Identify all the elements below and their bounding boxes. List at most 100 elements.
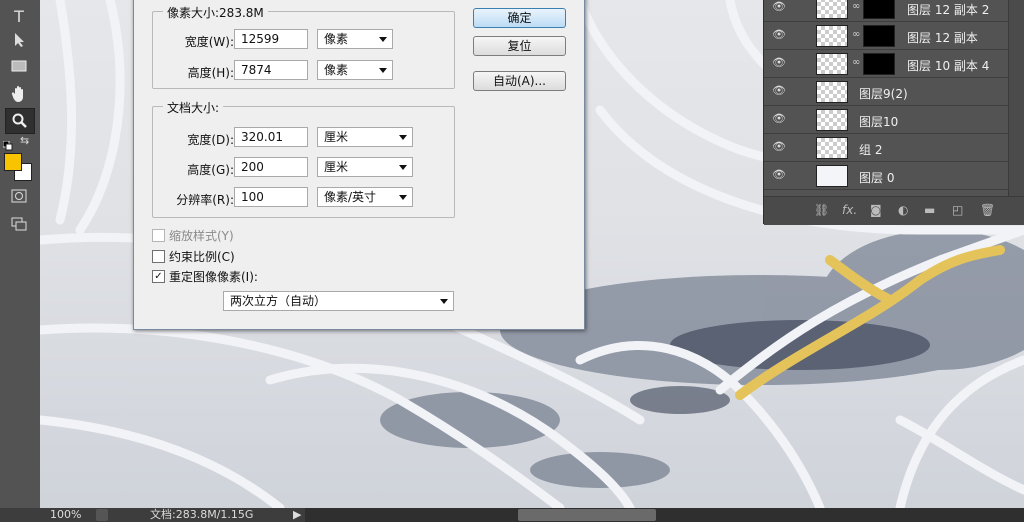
resolution-input[interactable]: 100 — [234, 187, 308, 207]
layer-name: 图层10 — [859, 115, 899, 129]
layer-name: 图层 10 副本 4 — [907, 59, 990, 73]
layer-row[interactable]: 👁 图层 0 — [764, 162, 1008, 190]
layer-name: 图层9(2) — [859, 87, 908, 101]
layer-thumbnail — [816, 109, 848, 131]
pixel-height-label: 高度(H): — [187, 66, 234, 80]
layer-name: 图层 12 副本 2 — [907, 3, 990, 17]
layers-panel: 👁 ∞ 图层 12 副本 2 👁 ∞ 图层 12 副本 👁 ∞ 图层 10 副本… — [763, 0, 1024, 225]
layer-thumbnail — [816, 25, 848, 47]
chevron-down-icon — [440, 299, 448, 304]
resample-box: ✓ — [152, 270, 165, 283]
scale-styles-label: 缩放样式(Y) — [169, 229, 234, 243]
trash-icon[interactable]: 🗑 — [980, 203, 995, 217]
auto-button[interactable]: 自动(A)... — [473, 71, 566, 91]
chevron-down-icon — [379, 37, 387, 42]
layer-thumbnail — [816, 137, 848, 159]
adjustment-icon[interactable]: ◐ — [898, 203, 908, 217]
resample-checkbox[interactable]: ✓ 重定图像像素(I): — [152, 268, 258, 285]
image-size-dialog: 像素大小:283.8M 宽度(W): 12599 像素 高度(H): 7874 … — [133, 0, 585, 330]
pixel-width-unit-select[interactable]: 像素 — [317, 29, 393, 49]
type-tool-icon[interactable]: T — [5, 4, 33, 28]
doc-width-unit-select[interactable]: 厘米 — [317, 127, 413, 147]
layer-mask-thumbnail[interactable] — [863, 0, 895, 19]
status-menu-arrow-icon[interactable]: ▶ — [293, 508, 301, 522]
layer-row[interactable]: 👁 图层10 — [764, 106, 1008, 134]
layer-name: 图层 0 — [859, 171, 895, 185]
doc-height-input[interactable]: 200 — [234, 157, 308, 177]
pixel-height-input[interactable]: 7874 — [234, 60, 308, 80]
layer-name: 组 2 — [859, 143, 883, 157]
layer-mask-thumbnail[interactable] — [863, 53, 895, 75]
eye-icon[interactable]: 👁 — [772, 140, 788, 154]
reset-button[interactable]: 复位 — [473, 36, 566, 56]
path-selection-tool-icon[interactable] — [5, 28, 33, 52]
resolution-unit: 像素/英寸 — [324, 190, 377, 204]
horizontal-scrollbar[interactable] — [305, 508, 1024, 522]
tools-panel: T ⇆ — [0, 0, 41, 508]
doc-height-unit-select[interactable]: 厘米 — [317, 157, 413, 177]
constrain-label: 约束比例(C) — [169, 250, 235, 264]
scale-styles-checkbox[interactable]: 缩放样式(Y) — [152, 227, 234, 244]
resample-method: 两次立方（自动） — [230, 294, 327, 308]
pixel-width-label: 宽度(W): — [184, 35, 234, 49]
layer-row[interactable]: 👁 ∞ 图层 12 副本 2 — [764, 0, 1008, 22]
layer-row[interactable]: 👁 组 2 — [764, 134, 1008, 162]
new-layer-icon[interactable]: ◰ — [952, 203, 963, 217]
scrollbar-thumb[interactable] — [518, 509, 656, 521]
document-size-legend: 文档大小: — [163, 99, 224, 116]
foreground-color-swatch[interactable] — [4, 153, 22, 171]
eye-icon[interactable]: 👁 — [772, 168, 788, 182]
check-icon: ✓ — [154, 270, 163, 282]
layer-thumbnail — [816, 53, 848, 75]
folder-icon[interactable]: ▬ — [924, 203, 935, 217]
layer-thumbnail — [816, 81, 848, 103]
document-profile-icon[interactable] — [96, 509, 108, 521]
doc-width-input[interactable]: 320.01 — [234, 127, 308, 147]
resolution-unit-select[interactable]: 像素/英寸 — [317, 187, 413, 207]
chevron-down-icon — [399, 165, 407, 170]
doc-width-label: 宽度(D): — [187, 133, 234, 147]
eye-icon[interactable]: 👁 — [772, 56, 788, 70]
zoom-level[interactable]: 100% — [50, 508, 81, 522]
chevron-down-icon — [399, 195, 407, 200]
eye-icon[interactable]: 👁 — [772, 28, 788, 42]
layer-row[interactable]: 👁 ∞ 图层 12 副本 — [764, 22, 1008, 50]
zoom-tool-icon[interactable] — [5, 108, 35, 134]
ok-button[interactable]: 确定 — [473, 8, 566, 28]
fx-icon[interactable]: fx. — [842, 203, 857, 217]
doc-height-unit: 厘米 — [324, 160, 349, 174]
layer-mask-thumbnail[interactable] — [863, 25, 895, 47]
default-colors-icon[interactable] — [2, 136, 13, 151]
constrain-box — [152, 250, 165, 263]
layer-thumbnail — [816, 0, 848, 19]
pixel-height-unit-select[interactable]: 像素 — [317, 60, 393, 80]
pixel-width-input[interactable]: 12599 — [234, 29, 308, 49]
layer-name: 图层 12 副本 — [907, 31, 978, 45]
eye-icon[interactable]: 👁 — [772, 112, 788, 126]
type-glyph: T — [14, 6, 24, 26]
pixel-width-unit: 像素 — [324, 32, 349, 46]
resample-method-select[interactable]: 两次立方（自动） — [223, 291, 454, 311]
hand-tool-icon[interactable] — [5, 82, 33, 106]
pixel-height-unit: 像素 — [324, 63, 349, 77]
swap-colors-icon[interactable]: ⇆ — [20, 134, 29, 147]
constrain-proportions-checkbox[interactable]: 约束比例(C) — [152, 248, 235, 265]
layers-scrollbar[interactable] — [1008, 0, 1024, 196]
layer-row[interactable]: 👁 图层9(2) — [764, 78, 1008, 106]
rectangle-tool-icon[interactable] — [5, 54, 33, 78]
eye-icon[interactable]: 👁 — [772, 84, 788, 98]
quick-mask-icon[interactable] — [5, 184, 33, 208]
layer-row[interactable]: 👁 ∞ 图层 10 副本 4 — [764, 50, 1008, 78]
mask-icon[interactable]: ◙ — [870, 203, 882, 217]
document-info: 文档:283.8M/1.15G — [150, 508, 254, 521]
eye-icon[interactable]: 👁 — [772, 0, 788, 14]
doc-height-label: 高度(G): — [187, 163, 234, 177]
screen-mode-icon[interactable] — [5, 212, 33, 236]
link-icon[interactable]: ⛓ — [814, 203, 829, 217]
chevron-down-icon — [399, 135, 407, 140]
link-icon: ∞ — [852, 57, 861, 68]
chevron-down-icon — [379, 68, 387, 73]
layer-thumbnail — [816, 165, 848, 187]
link-icon: ∞ — [852, 29, 861, 40]
pixel-size-legend: 像素大小:283.8M — [163, 4, 268, 21]
